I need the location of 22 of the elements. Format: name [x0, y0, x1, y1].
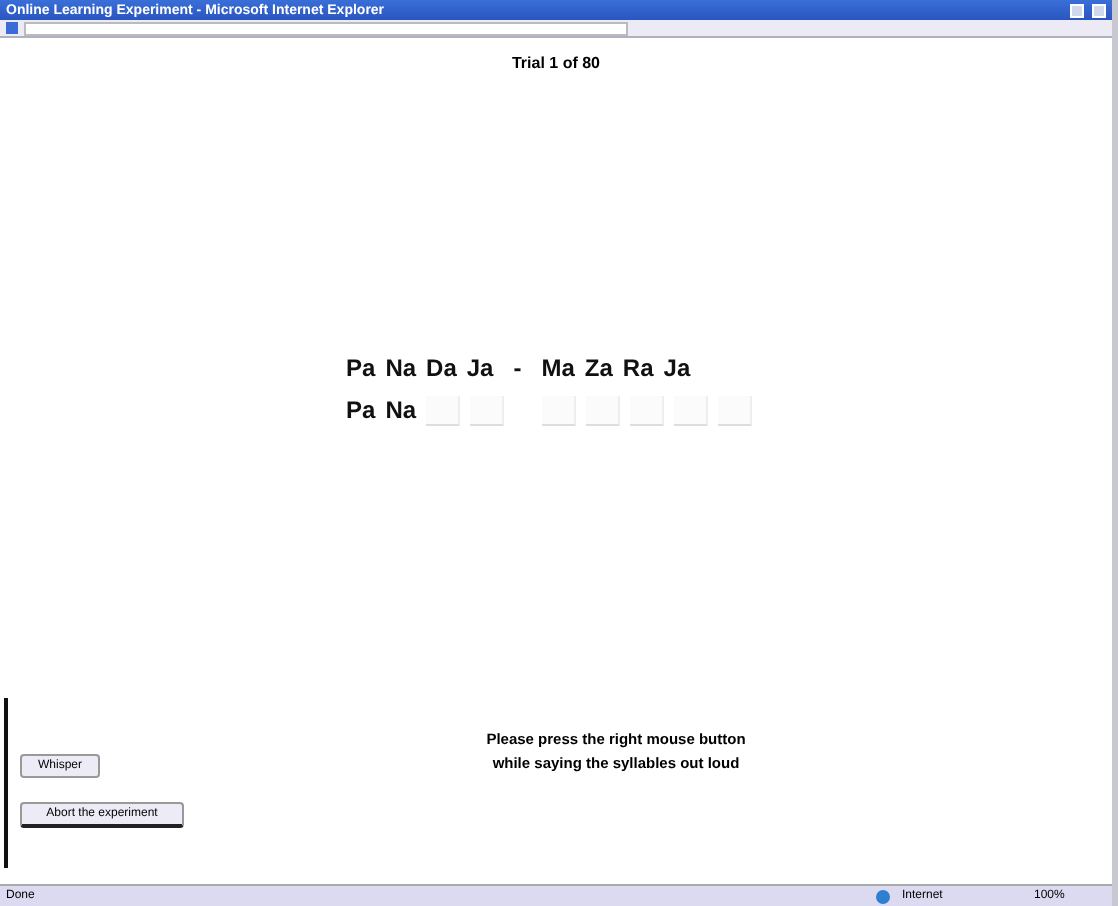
syllable: Za	[584, 354, 613, 382]
answer-box[interactable]	[674, 395, 709, 425]
answer-box[interactable]	[426, 395, 461, 425]
globe-icon	[876, 889, 890, 903]
answer-box[interactable]	[470, 395, 505, 425]
syllable: Pa	[346, 396, 376, 424]
syllable: Na	[385, 396, 417, 424]
syllable: -	[513, 354, 522, 382]
answer-box[interactable]	[542, 395, 577, 425]
syllable: Ja	[663, 354, 691, 382]
trial-counter: Trial 1 of 80	[511, 54, 601, 72]
address-field[interactable]	[24, 21, 628, 35]
syllable: Da	[426, 354, 457, 382]
answer-box[interactable]	[630, 395, 665, 425]
syllable: Ja	[466, 354, 494, 382]
syllable: Na	[385, 354, 417, 382]
page-icon	[6, 22, 18, 34]
syllable: Ma	[541, 354, 575, 382]
answer-box[interactable]	[718, 395, 753, 425]
syllable: Pa	[346, 354, 376, 382]
syllable: Ra	[622, 354, 654, 382]
answer-box[interactable]	[586, 395, 621, 425]
